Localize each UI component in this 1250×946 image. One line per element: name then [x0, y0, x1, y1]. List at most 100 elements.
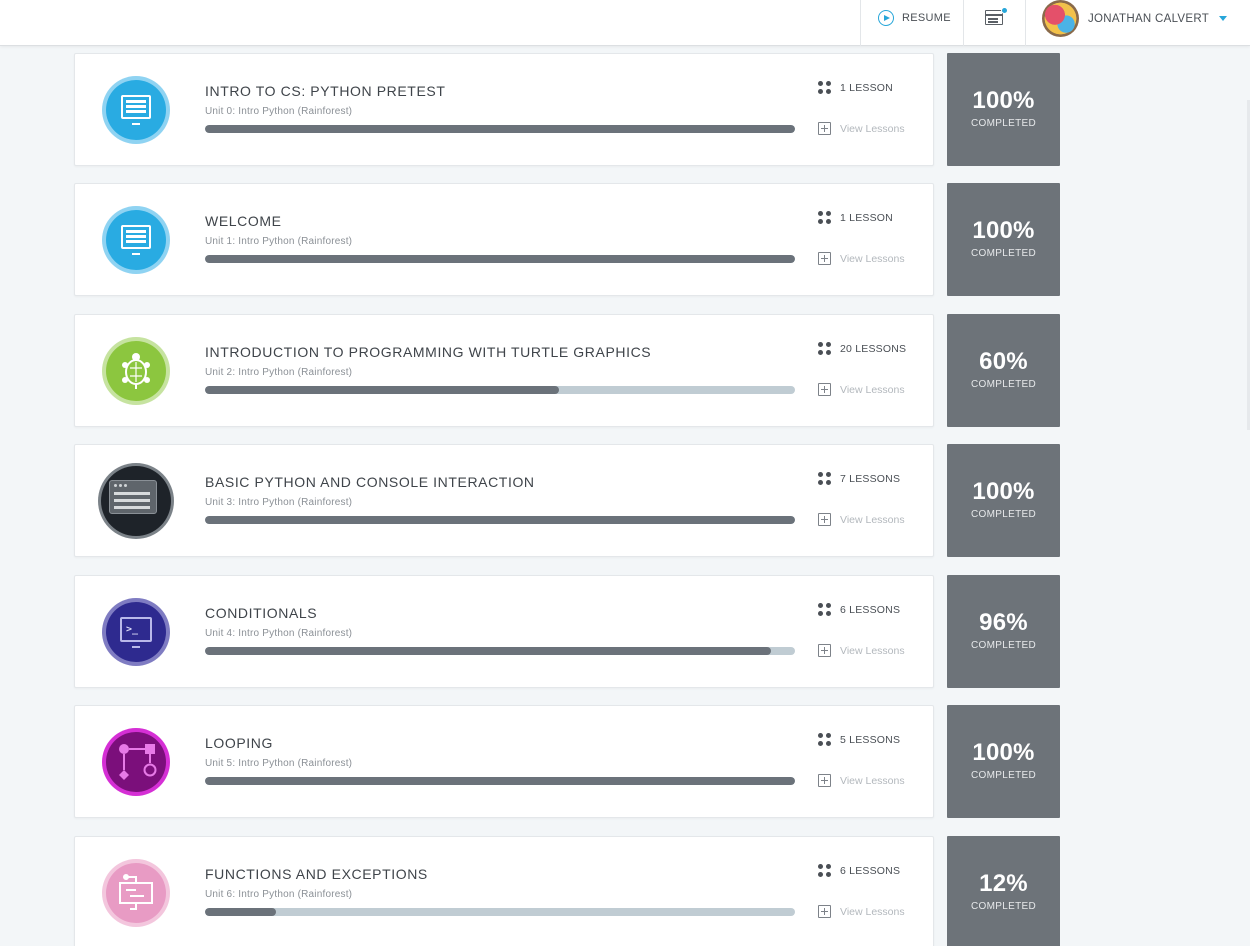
unit-row: >_ CONDITIONALS Unit 4: Intro Python (Ra… [74, 575, 1060, 688]
unit-icon-ring [102, 859, 170, 927]
avatar [1042, 0, 1079, 37]
view-lessons-button[interactable]: View Lessons [818, 905, 905, 918]
lesson-count-label: 5 LESSONS [840, 733, 901, 746]
grid-dots-icon [818, 472, 831, 485]
terminal-prompt-icon: >_ [106, 602, 166, 662]
completion-label: COMPLETED [971, 248, 1036, 259]
lesson-count: 6 LESSONS [818, 864, 900, 877]
plus-square-icon [818, 122, 831, 135]
unit-card[interactable]: INTRODUCTION TO PROGRAMMING WITH TURTLE … [74, 314, 934, 427]
notifications-button[interactable] [985, 7, 1008, 26]
user-name: JONATHAN CALVERT [1088, 12, 1210, 25]
unit-title: INTRODUCTION TO PROGRAMMING WITH TURTLE … [205, 344, 652, 360]
unit-subtitle: Unit 5: Intro Python (Rainforest) [205, 758, 353, 769]
completion-label: COMPLETED [971, 509, 1036, 520]
lesson-count: 7 LESSONS [818, 472, 900, 485]
unit-card[interactable]: BASIC PYTHON AND CONSOLE INTERACTION Uni… [74, 444, 934, 557]
completion-box: 100% COMPLETED [947, 53, 1060, 166]
notification-badge [1001, 7, 1008, 14]
view-lessons-label: View Lessons [840, 252, 905, 265]
unit-row: LOOPING Unit 5: Intro Python (Rainforest… [74, 705, 1060, 818]
completion-label: COMPLETED [971, 770, 1036, 781]
plus-square-icon [818, 513, 831, 526]
view-lessons-button[interactable]: View Lessons [818, 383, 905, 396]
unit-row: FUNCTIONS AND EXCEPTIONS Unit 6: Intro P… [74, 836, 1060, 946]
turtle-icon [106, 341, 166, 401]
progress-bar [205, 777, 795, 785]
unit-icon-ring [102, 728, 170, 796]
view-lessons-button[interactable]: View Lessons [818, 513, 905, 526]
progress-fill [205, 516, 795, 524]
lesson-count-label: 7 LESSONS [840, 472, 901, 485]
plus-square-icon [818, 905, 831, 918]
unit-title: FUNCTIONS AND EXCEPTIONS [205, 866, 428, 882]
notifications-icon [985, 10, 1003, 25]
view-lessons-button[interactable]: View Lessons [818, 252, 905, 265]
lesson-count-label: 6 LESSONS [840, 603, 901, 616]
unit-card[interactable]: LOOPING Unit 5: Intro Python (Rainforest… [74, 705, 934, 818]
unit-card[interactable]: INTRO TO CS: PYTHON PRETEST Unit 0: Intr… [74, 53, 934, 166]
view-lessons-button[interactable]: View Lessons [818, 122, 905, 135]
completion-percent: 100% [972, 478, 1035, 505]
grid-dots-icon [818, 81, 831, 94]
lesson-count: 1 LESSON [818, 211, 893, 224]
plus-square-icon [818, 644, 831, 657]
unit-row: WELCOME Unit 1: Intro Python (Rainforest… [74, 183, 1060, 296]
unit-title: WELCOME [205, 213, 282, 229]
unit-subtitle: Unit 3: Intro Python (Rainforest) [205, 497, 353, 508]
view-lessons-button[interactable]: View Lessons [818, 644, 905, 657]
grid-dots-icon [818, 603, 831, 616]
lesson-count: 20 LESSONS [818, 342, 906, 355]
unit-subtitle: Unit 1: Intro Python (Rainforest) [205, 236, 353, 247]
unit-row: BASIC PYTHON AND CONSOLE INTERACTION Uni… [74, 444, 1060, 557]
progress-bar [205, 125, 795, 133]
unit-card[interactable]: WELCOME Unit 1: Intro Python (Rainforest… [74, 183, 934, 296]
console-window-icon [101, 466, 171, 536]
unit-icon-ring [98, 463, 174, 539]
lesson-count-label: 6 LESSONS [840, 864, 901, 877]
lesson-count-label: 1 LESSON [840, 81, 893, 94]
lesson-count: 6 LESSONS [818, 603, 900, 616]
chevron-down-icon [1219, 16, 1228, 21]
flowchart-loop-icon [106, 732, 166, 792]
progress-fill [205, 647, 772, 655]
resume-button[interactable]: RESUME [878, 0, 951, 36]
progress-fill [205, 386, 559, 394]
unit-icon-ring: >_ [102, 598, 170, 666]
progress-fill [205, 125, 795, 133]
header-divider [963, 0, 964, 46]
grid-dots-icon [818, 211, 831, 224]
header-divider [1025, 0, 1026, 46]
completion-box: 100% COMPLETED [947, 183, 1060, 296]
top-header: RESUME JONATHAN CALVERT [0, 0, 1250, 46]
progress-bar [205, 908, 795, 916]
unit-row: INTRO TO CS: PYTHON PRETEST Unit 0: Intr… [74, 53, 1060, 166]
unit-subtitle: Unit 0: Intro Python (Rainforest) [205, 106, 353, 117]
unit-icon-ring [102, 206, 170, 274]
function-icon [106, 863, 166, 923]
unit-card[interactable]: >_ CONDITIONALS Unit 4: Intro Python (Ra… [74, 575, 934, 688]
progress-bar [205, 647, 795, 655]
completion-percent: 100% [972, 87, 1035, 114]
view-lessons-button[interactable]: View Lessons [818, 774, 905, 787]
progress-fill [205, 908, 276, 916]
completion-box: 100% COMPLETED [947, 444, 1060, 557]
progress-bar [205, 386, 795, 394]
play-icon [878, 10, 894, 26]
completion-percent: 100% [972, 217, 1035, 244]
progress-bar [205, 255, 795, 263]
unit-title: BASIC PYTHON AND CONSOLE INTERACTION [205, 474, 535, 490]
completion-label: COMPLETED [971, 118, 1036, 129]
view-lessons-label: View Lessons [840, 905, 905, 918]
completion-label: COMPLETED [971, 379, 1036, 390]
view-lessons-label: View Lessons [840, 774, 905, 787]
header-divider [860, 0, 861, 46]
lesson-count-label: 1 LESSON [840, 211, 893, 224]
unit-row: INTRODUCTION TO PROGRAMMING WITH TURTLE … [74, 314, 1060, 427]
unit-card[interactable]: FUNCTIONS AND EXCEPTIONS Unit 6: Intro P… [74, 836, 934, 946]
unit-icon-ring [102, 76, 170, 144]
unit-title: CONDITIONALS [205, 605, 318, 621]
unit-title: INTRO TO CS: PYTHON PRETEST [205, 83, 446, 99]
unit-subtitle: Unit 2: Intro Python (Rainforest) [205, 367, 353, 378]
user-menu[interactable]: JONATHAN CALVERT [1042, 0, 1228, 37]
